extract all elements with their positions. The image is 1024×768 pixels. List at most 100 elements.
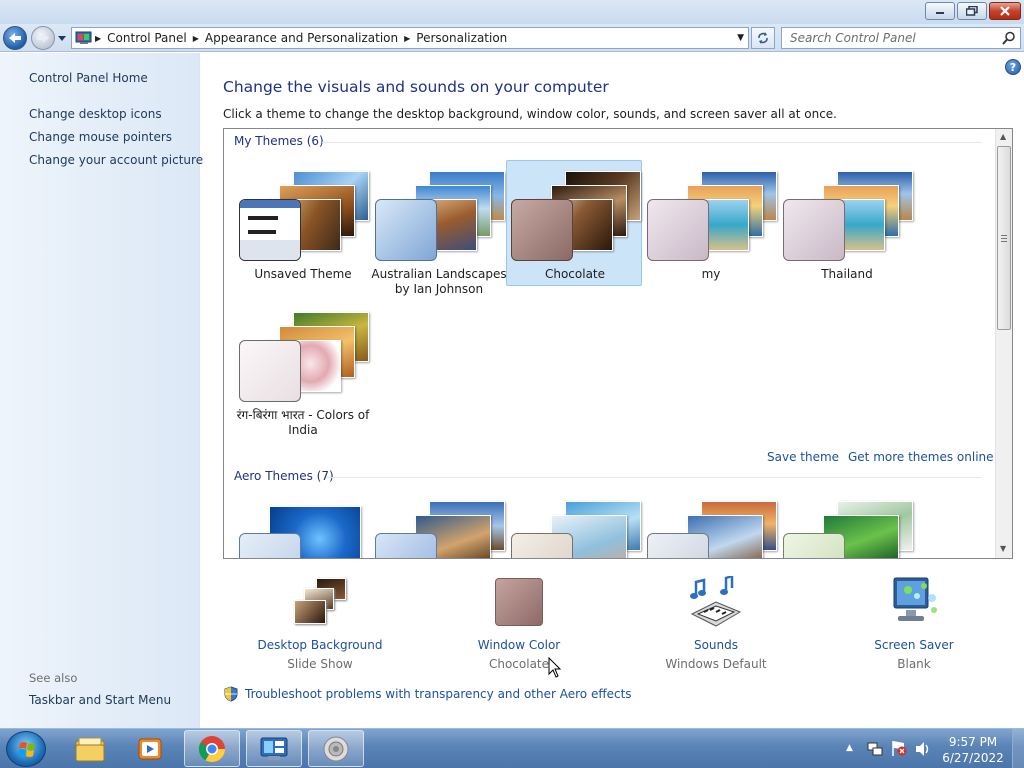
help-icon[interactable]: ?: [1005, 59, 1021, 75]
theme-color-swatch: [511, 533, 573, 558]
theme-aero-architecture[interactable]: [370, 496, 506, 558]
theme-name: Chocolate: [544, 267, 606, 281]
screen-saver-value: Blank: [897, 657, 931, 671]
sounds-icon: [686, 574, 746, 628]
clock[interactable]: 9:57 PM 6/27/2022: [940, 734, 1006, 766]
theme-chocolate[interactable]: Chocolate: [506, 160, 642, 286]
start-button[interactable]: [6, 731, 46, 767]
theme-name: Unsaved Theme: [254, 267, 352, 281]
desktop-background-link[interactable]: Desktop Background: [245, 638, 395, 652]
sounds-link[interactable]: Sounds: [641, 638, 791, 652]
aero-themes-header: Aero Themes (7): [234, 469, 334, 483]
theme-color-swatch: [647, 199, 709, 261]
theme-aero-characters[interactable]: [506, 496, 642, 558]
breadcrumb-separator-icon[interactable]: ▶: [191, 34, 201, 43]
minimize-button[interactable]: [925, 2, 955, 20]
theme-colors-of-india[interactable]: रंग-बिरंगा भारत - Colors of India: [234, 301, 370, 437]
restore-button[interactable]: [957, 2, 987, 20]
chrome-icon: [198, 735, 226, 762]
troubleshoot-aero-link[interactable]: Troubleshoot problems with transparency …: [245, 687, 632, 701]
taskbar-start-menu-link[interactable]: Taskbar and Start Menu: [29, 693, 171, 707]
see-also-label: See also: [29, 671, 78, 685]
theme-name: my: [701, 267, 721, 281]
control-panel-icon: [260, 737, 288, 760]
taskbar: ▲ 9:57 PM 6/27/2022: [0, 728, 1024, 768]
window-color-link[interactable]: Window Color: [444, 638, 594, 652]
mouse-cursor-icon: [548, 657, 562, 678]
theme-unsaved-theme[interactable]: Unsaved Theme: [234, 160, 370, 286]
theme-color-swatch: [783, 199, 845, 261]
search-box: [781, 27, 1021, 49]
network-icon[interactable]: [866, 740, 884, 758]
shield-icon: [224, 686, 238, 702]
forward-button[interactable]: [31, 26, 55, 50]
volume-icon[interactable]: [914, 740, 932, 758]
show-desktop-button[interactable]: [1012, 729, 1024, 768]
sounds-setting[interactable]: Sounds Windows Default: [641, 574, 791, 671]
theme-aero-windows-7[interactable]: [234, 496, 370, 558]
change-account-picture-link[interactable]: Change your account picture: [29, 153, 203, 167]
theme-color-swatch: [647, 533, 709, 558]
taskbar-chrome-button[interactable]: [184, 730, 240, 767]
theme-color-swatch: [239, 533, 301, 558]
window-color-setting[interactable]: Window Color Chocolate: [444, 576, 594, 671]
theme-name: Australian Landscapes by Ian Johnson: [371, 267, 507, 296]
section-divider: [322, 142, 982, 143]
sounds-value: Windows Default: [665, 657, 767, 671]
theme-aero-nature[interactable]: [778, 496, 914, 558]
breadcrumb-control-panel[interactable]: Control Panel: [103, 31, 191, 45]
theme-color-swatch: [511, 199, 573, 261]
theme-thailand[interactable]: Thailand: [778, 160, 914, 286]
left-task-pane: Control Panel Home Change desktop icons …: [0, 53, 203, 728]
address-dropdown-icon[interactable]: ▼: [737, 33, 744, 43]
speaker-icon: [323, 736, 349, 761]
window-title-bar: [0, 0, 1024, 24]
scroll-up-arrow-icon[interactable]: ▲: [1000, 132, 1006, 141]
breadcrumb-separator-icon[interactable]: ▶: [93, 34, 103, 43]
theme-color-swatch: [375, 533, 437, 558]
change-mouse-pointers-link[interactable]: Change mouse pointers: [29, 130, 172, 144]
action-center-flag-icon[interactable]: [890, 739, 908, 757]
section-divider: [326, 477, 982, 478]
close-button[interactable]: [989, 2, 1021, 20]
refresh-icon: [758, 32, 768, 44]
taskbar-explorer-button[interactable]: [62, 730, 118, 767]
clock-time: 9:57 PM: [948, 735, 998, 749]
page-subtitle: Click a theme to change the desktop back…: [223, 107, 837, 121]
forward-arrow-icon: [37, 33, 49, 43]
taskbar-media-player-button[interactable]: [122, 730, 178, 767]
search-icon[interactable]: [1002, 31, 1016, 45]
save-theme-link[interactable]: Save theme: [767, 450, 839, 464]
search-input[interactable]: [782, 28, 992, 48]
recent-pages-dropdown-icon[interactable]: [57, 33, 67, 43]
back-button[interactable]: [3, 26, 27, 50]
theme-my[interactable]: my: [642, 160, 778, 286]
theme-aero-landscapes[interactable]: [642, 496, 778, 558]
troubleshoot-row: Troubleshoot problems with transparency …: [223, 686, 632, 702]
address-bar[interactable]: ▶ Control Panel ▶ Appearance and Persona…: [71, 27, 749, 49]
theme-list[interactable]: My Themes (6) Unsaved Theme Australian L…: [223, 128, 1013, 559]
breadcrumb-separator-icon[interactable]: ▶: [402, 34, 412, 43]
taskbar-control-panel-button[interactable]: [246, 730, 302, 767]
taskbar-sound-button[interactable]: [308, 730, 364, 767]
breadcrumb-personalization[interactable]: Personalization: [412, 31, 511, 45]
show-hidden-icons-button[interactable]: ▲: [846, 743, 853, 753]
navigation-bar: ▶ Control Panel ▶ Appearance and Persona…: [0, 24, 1024, 52]
theme-australian-landscapes[interactable]: Australian Landscapes by Ian Johnson: [370, 160, 507, 296]
refresh-button[interactable]: [751, 27, 775, 49]
theme-color-swatch: [783, 533, 845, 558]
breadcrumb-appearance[interactable]: Appearance and Personalization: [201, 31, 402, 45]
scroll-down-arrow-icon[interactable]: ▼: [1000, 544, 1006, 553]
vertical-scrollbar[interactable]: ▲ ▼: [995, 129, 1012, 558]
screen-saver-link[interactable]: Screen Saver: [839, 638, 989, 652]
screen-saver-setting[interactable]: Screen Saver Blank: [839, 576, 989, 671]
folder-icon: [75, 737, 105, 761]
get-more-themes-link[interactable]: Get more themes online: [848, 450, 994, 464]
scrollbar-thumb[interactable]: [997, 146, 1011, 330]
control-panel-home-link[interactable]: Control Panel Home: [29, 71, 148, 85]
my-themes-header: My Themes (6): [234, 134, 324, 148]
desktop-background-setting[interactable]: Desktop Background Slide Show: [245, 576, 395, 671]
change-desktop-icons-link[interactable]: Change desktop icons: [29, 107, 162, 121]
media-player-icon: [138, 738, 162, 759]
monitor-icon: [893, 577, 937, 621]
